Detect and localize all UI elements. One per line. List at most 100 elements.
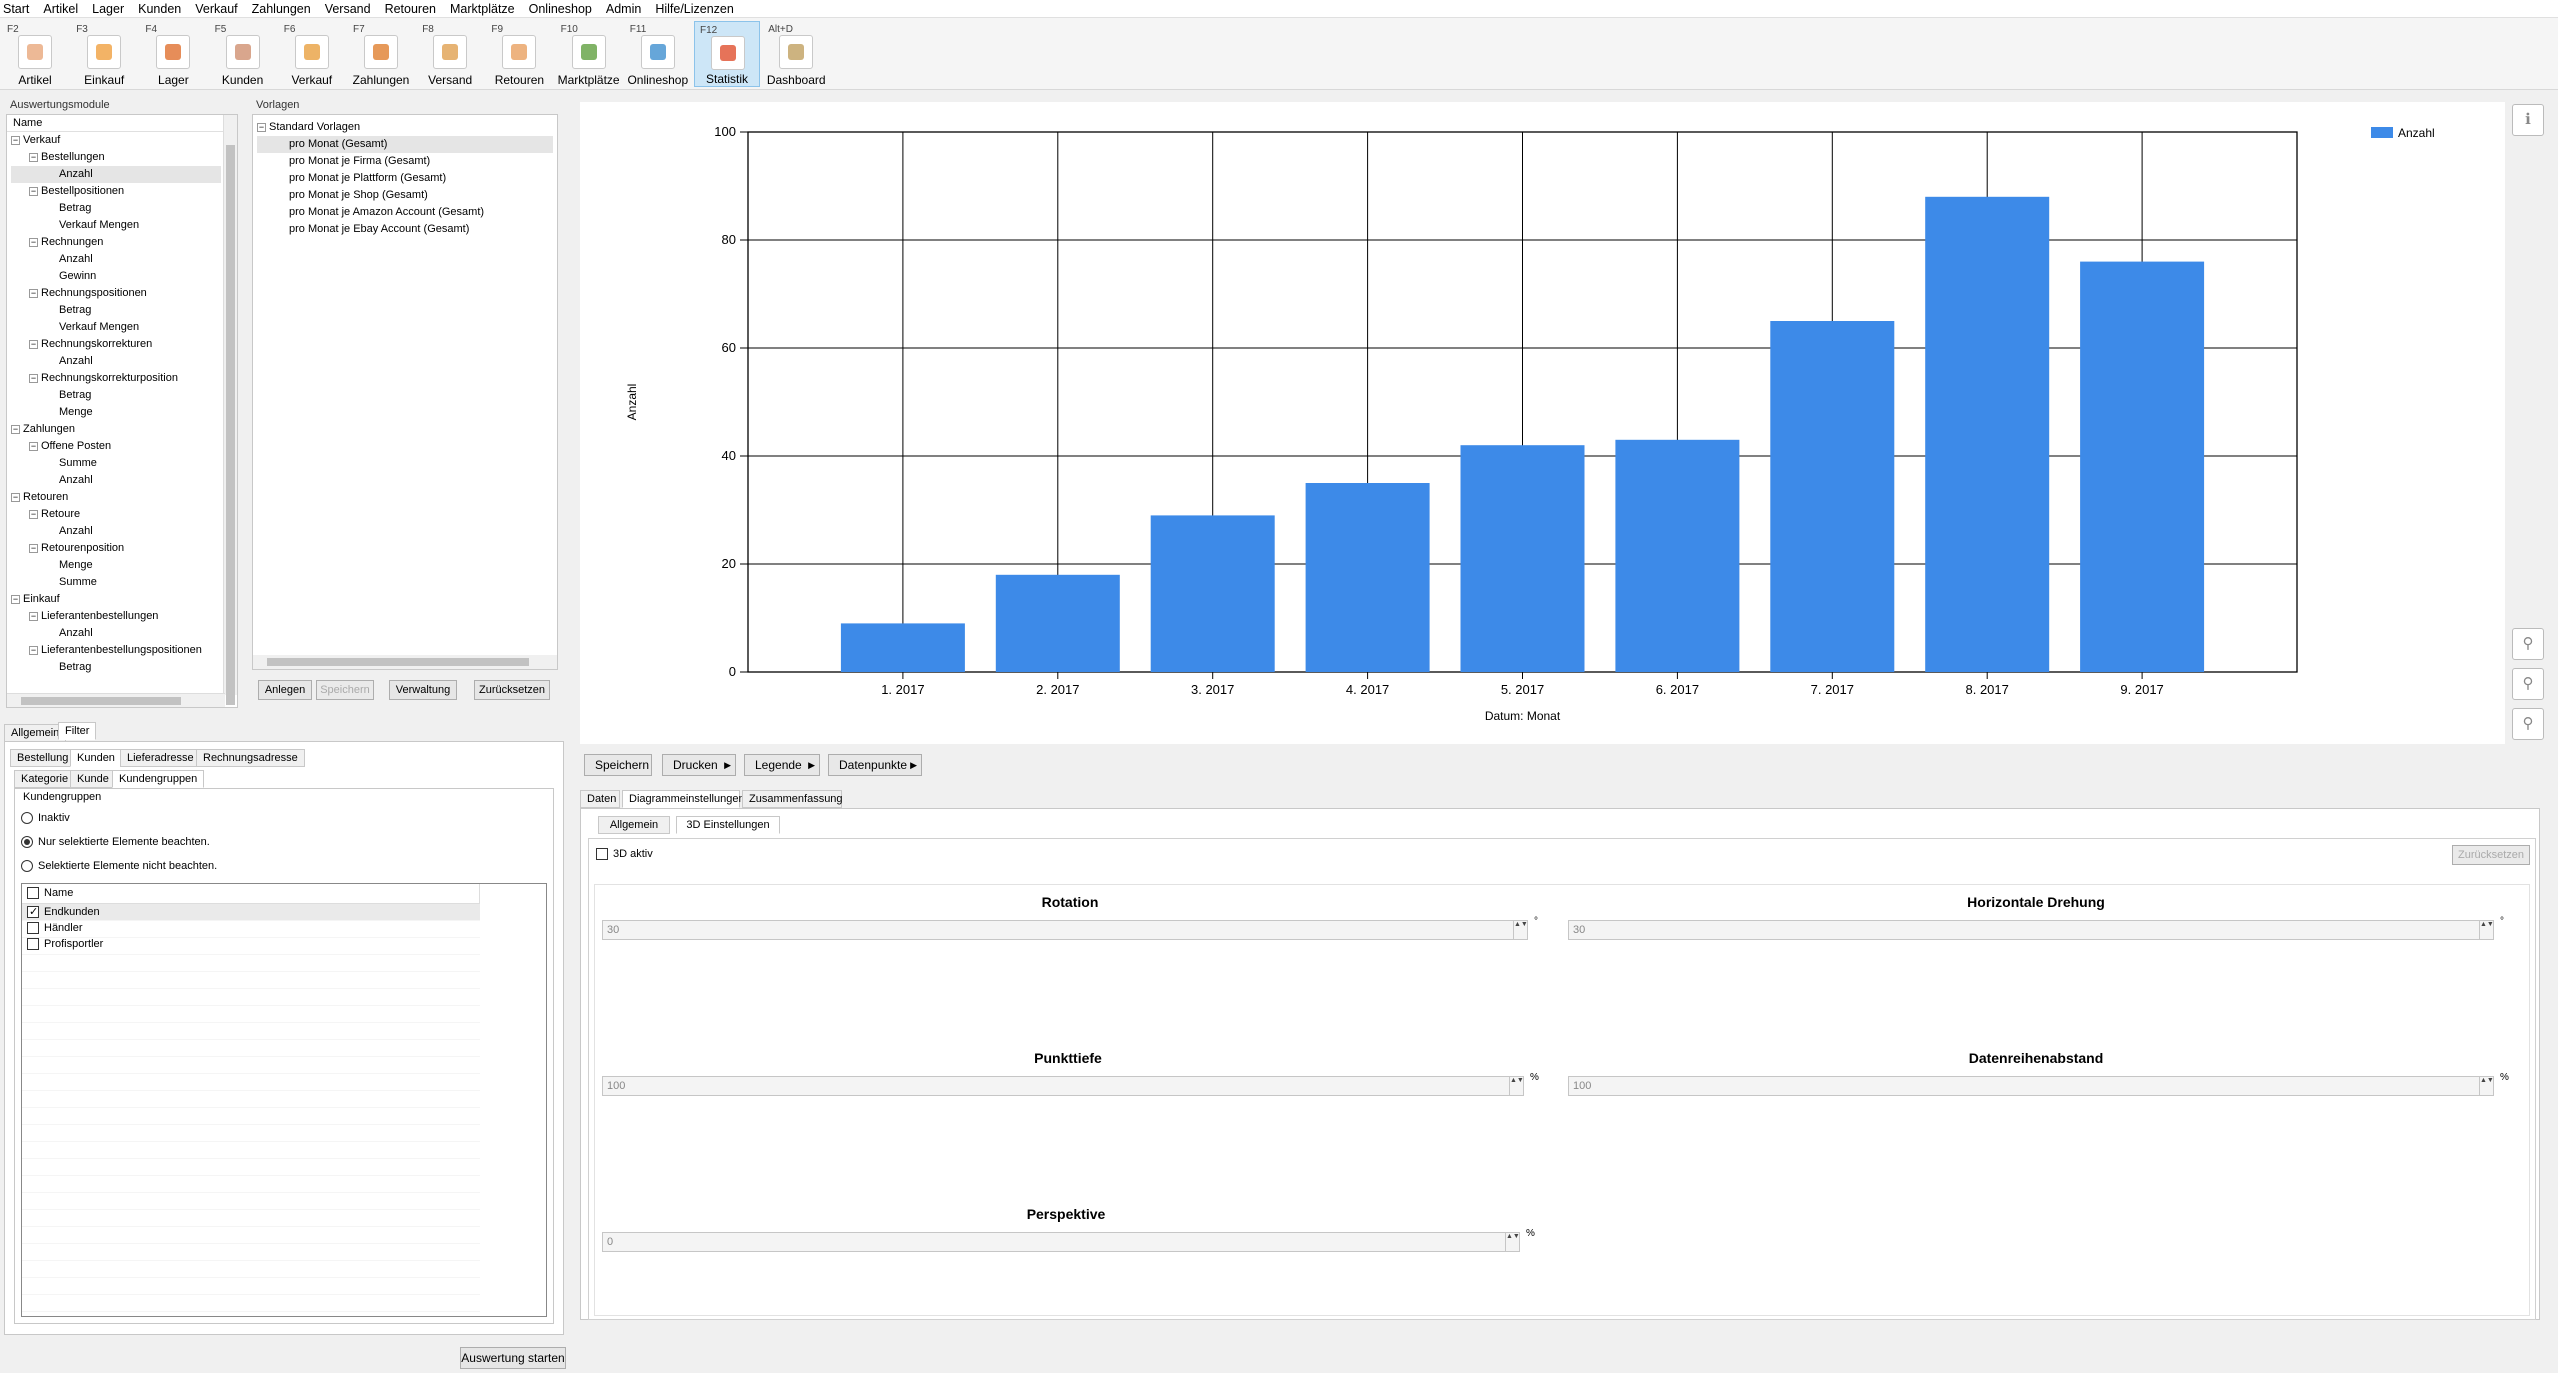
module-tree-item[interactable]: Anzahl: [11, 523, 237, 540]
menu-marktplätze[interactable]: Marktplätze: [450, 2, 515, 16]
bar-8[interactable]: [1925, 196, 2050, 673]
collapse-icon[interactable]: −: [29, 339, 38, 349]
collapse-icon[interactable]: −: [11, 424, 20, 434]
collapse-icon[interactable]: −: [29, 441, 38, 451]
bar-9[interactable]: [2080, 261, 2205, 672]
template-item[interactable]: pro Monat je Ebay Account (Gesamt): [257, 221, 557, 238]
punkttiefe-input[interactable]: 100 ▲▼: [602, 1076, 1524, 1096]
tab-diagrammeinstellungen[interactable]: Diagrammeinstellungen: [622, 790, 745, 808]
menu-verkauf[interactable]: Verkauf: [195, 2, 237, 16]
radio-option[interactable]: Inaktiv: [21, 809, 217, 833]
menu-artikel[interactable]: Artikel: [43, 2, 78, 16]
menu-start[interactable]: Start: [3, 2, 29, 16]
module-tree-item[interactable]: Anzahl: [11, 166, 221, 183]
module-tree-item[interactable]: Verkauf Mengen: [11, 217, 237, 234]
template-item[interactable]: pro Monat je Amazon Account (Gesamt): [257, 204, 557, 221]
spinner-icon[interactable]: ▲▼: [1505, 1233, 1520, 1251]
menu-hilfe-lizenzen[interactable]: Hilfe/Lizenzen: [655, 2, 734, 16]
subtab-3d-einstellungen[interactable]: 3D Einstellungen: [676, 816, 780, 834]
collapse-icon[interactable]: −: [29, 543, 38, 553]
module-tree-item[interactable]: − Retourenposition: [11, 540, 237, 557]
info-icon[interactable]: ℹ: [2512, 104, 2544, 136]
template-item[interactable]: pro Monat je Shop (Gesamt): [257, 187, 557, 204]
collapse-icon[interactable]: −: [11, 594, 20, 604]
spinner-icon[interactable]: ▲▼: [1513, 921, 1528, 939]
item-checkbox[interactable]: ✓: [27, 906, 39, 919]
module-tree-item[interactable]: − Bestellungen: [11, 149, 237, 166]
toolbar-versand-button[interactable]: F8 Versand: [417, 21, 483, 87]
tab-kunde[interactable]: Kunde: [70, 770, 116, 788]
radio-button[interactable]: [21, 860, 33, 873]
bar-5[interactable]: [1460, 445, 1585, 672]
module-tree-item[interactable]: − Rechnungen: [11, 234, 237, 251]
module-tree-item[interactable]: Betrag: [11, 200, 237, 217]
toolbar-kunden-button[interactable]: F5 Kunden: [210, 21, 276, 87]
spinner-icon[interactable]: ▲▼: [2479, 921, 2494, 939]
datenreihenabstand-input[interactable]: 100 ▲▼: [1568, 1076, 2494, 1096]
collapse-icon[interactable]: −: [29, 373, 38, 383]
tab-kunden[interactable]: Kunden: [70, 749, 122, 767]
tab-bestellung[interactable]: Bestellung: [10, 749, 76, 767]
collapse-icon[interactable]: −: [29, 611, 38, 621]
module-tree-item[interactable]: − Lieferantenbestellungspositionen: [11, 642, 237, 659]
module-tree-item[interactable]: Menge: [11, 404, 237, 421]
3d-active-checkbox[interactable]: 3D aktiv: [596, 848, 653, 861]
module-tree-item[interactable]: − Offene Posten: [11, 438, 237, 455]
zoom-in-icon[interactable]: ⚲: [2512, 628, 2544, 660]
bar-2[interactable]: [995, 574, 1120, 672]
module-tree-item[interactable]: − Zahlungen: [11, 421, 237, 438]
tab-zusammenfassung[interactable]: Zusammenfassung: [742, 790, 843, 808]
menu-retouren[interactable]: Retouren: [385, 2, 436, 16]
item-checkbox[interactable]: [27, 938, 39, 951]
template-item[interactable]: pro Monat je Firma (Gesamt): [257, 153, 557, 170]
datenpunkte-button[interactable]: Datenpunkte ▶: [828, 754, 922, 776]
module-tree-item[interactable]: Anzahl: [11, 472, 237, 489]
collapse-icon[interactable]: −: [29, 645, 38, 655]
template-speichern-button[interactable]: Speichern: [316, 680, 374, 700]
tab-kundengruppen[interactable]: Kundengruppen: [112, 770, 205, 788]
module-tree-item[interactable]: Betrag: [11, 302, 237, 319]
toolbar-onlineshop-button[interactable]: F11 Onlineshop: [625, 21, 691, 87]
radio-option[interactable]: Selektierte Elemente nicht beachten.: [21, 857, 217, 881]
modules-hscrollbar[interactable]: [7, 693, 225, 707]
select-all-checkbox[interactable]: [27, 887, 39, 900]
module-tree-item[interactable]: Gewinn: [11, 268, 237, 285]
list-item[interactable]: Profisportler: [22, 936, 480, 952]
module-tree-item[interactable]: Menge: [11, 557, 237, 574]
subtab-allgemein[interactable]: Allgemein: [598, 816, 670, 834]
tab-allgemein[interactable]: Allgemein: [4, 724, 67, 742]
module-tree-item[interactable]: − Rechnungskorrekturen: [11, 336, 237, 353]
template-verwaltung-button[interactable]: Verwaltung: [389, 680, 457, 700]
tab-lieferadresse[interactable]: Lieferadresse: [120, 749, 201, 767]
bar-1[interactable]: [840, 623, 965, 672]
module-tree-item[interactable]: Summe: [11, 455, 237, 472]
horizontale-drehung-input[interactable]: 30 ▲▼: [1568, 920, 2494, 940]
menu-versand[interactable]: Versand: [325, 2, 371, 16]
tab-kategorie[interactable]: Kategorie: [14, 770, 76, 788]
tab-daten[interactable]: Daten: [580, 790, 620, 808]
item-checkbox[interactable]: [27, 922, 39, 935]
tab-rechnungsadresse[interactable]: Rechnungsadresse: [196, 749, 305, 767]
bar-6[interactable]: [1615, 439, 1740, 672]
rotation-input[interactable]: 30 ▲▼: [602, 920, 1528, 940]
toolbar-lager-button[interactable]: F4 Lager: [140, 21, 206, 87]
zoom-out-icon[interactable]: ⚲: [2512, 668, 2544, 700]
radio-button[interactable]: [21, 836, 33, 849]
toolbar-verkauf-button[interactable]: F6 Verkauf: [279, 21, 345, 87]
module-tree-item[interactable]: − Retouren: [11, 489, 237, 506]
module-tree-item[interactable]: Verkauf Mengen: [11, 319, 237, 336]
bar-7[interactable]: [1770, 321, 1895, 672]
module-tree-item[interactable]: Anzahl: [11, 625, 237, 642]
tab-filter[interactable]: Filter: [58, 722, 97, 740]
modules-scrollbar[interactable]: [223, 115, 237, 705]
menu-lager[interactable]: Lager: [92, 2, 124, 16]
list-item[interactable]: Händler: [22, 920, 480, 936]
collapse-icon[interactable]: −: [29, 509, 38, 519]
module-tree-item[interactable]: − Bestellpositionen: [11, 183, 237, 200]
collapse-icon[interactable]: −: [29, 152, 38, 162]
collapse-icon[interactable]: −: [11, 135, 20, 145]
module-tree-item[interactable]: − Einkauf: [11, 591, 237, 608]
toolbar-retouren-button[interactable]: F9 Retouren: [486, 21, 552, 87]
speichern-button[interactable]: Speichern: [584, 754, 652, 776]
zoom-reset-icon[interactable]: ⚲: [2512, 708, 2544, 740]
